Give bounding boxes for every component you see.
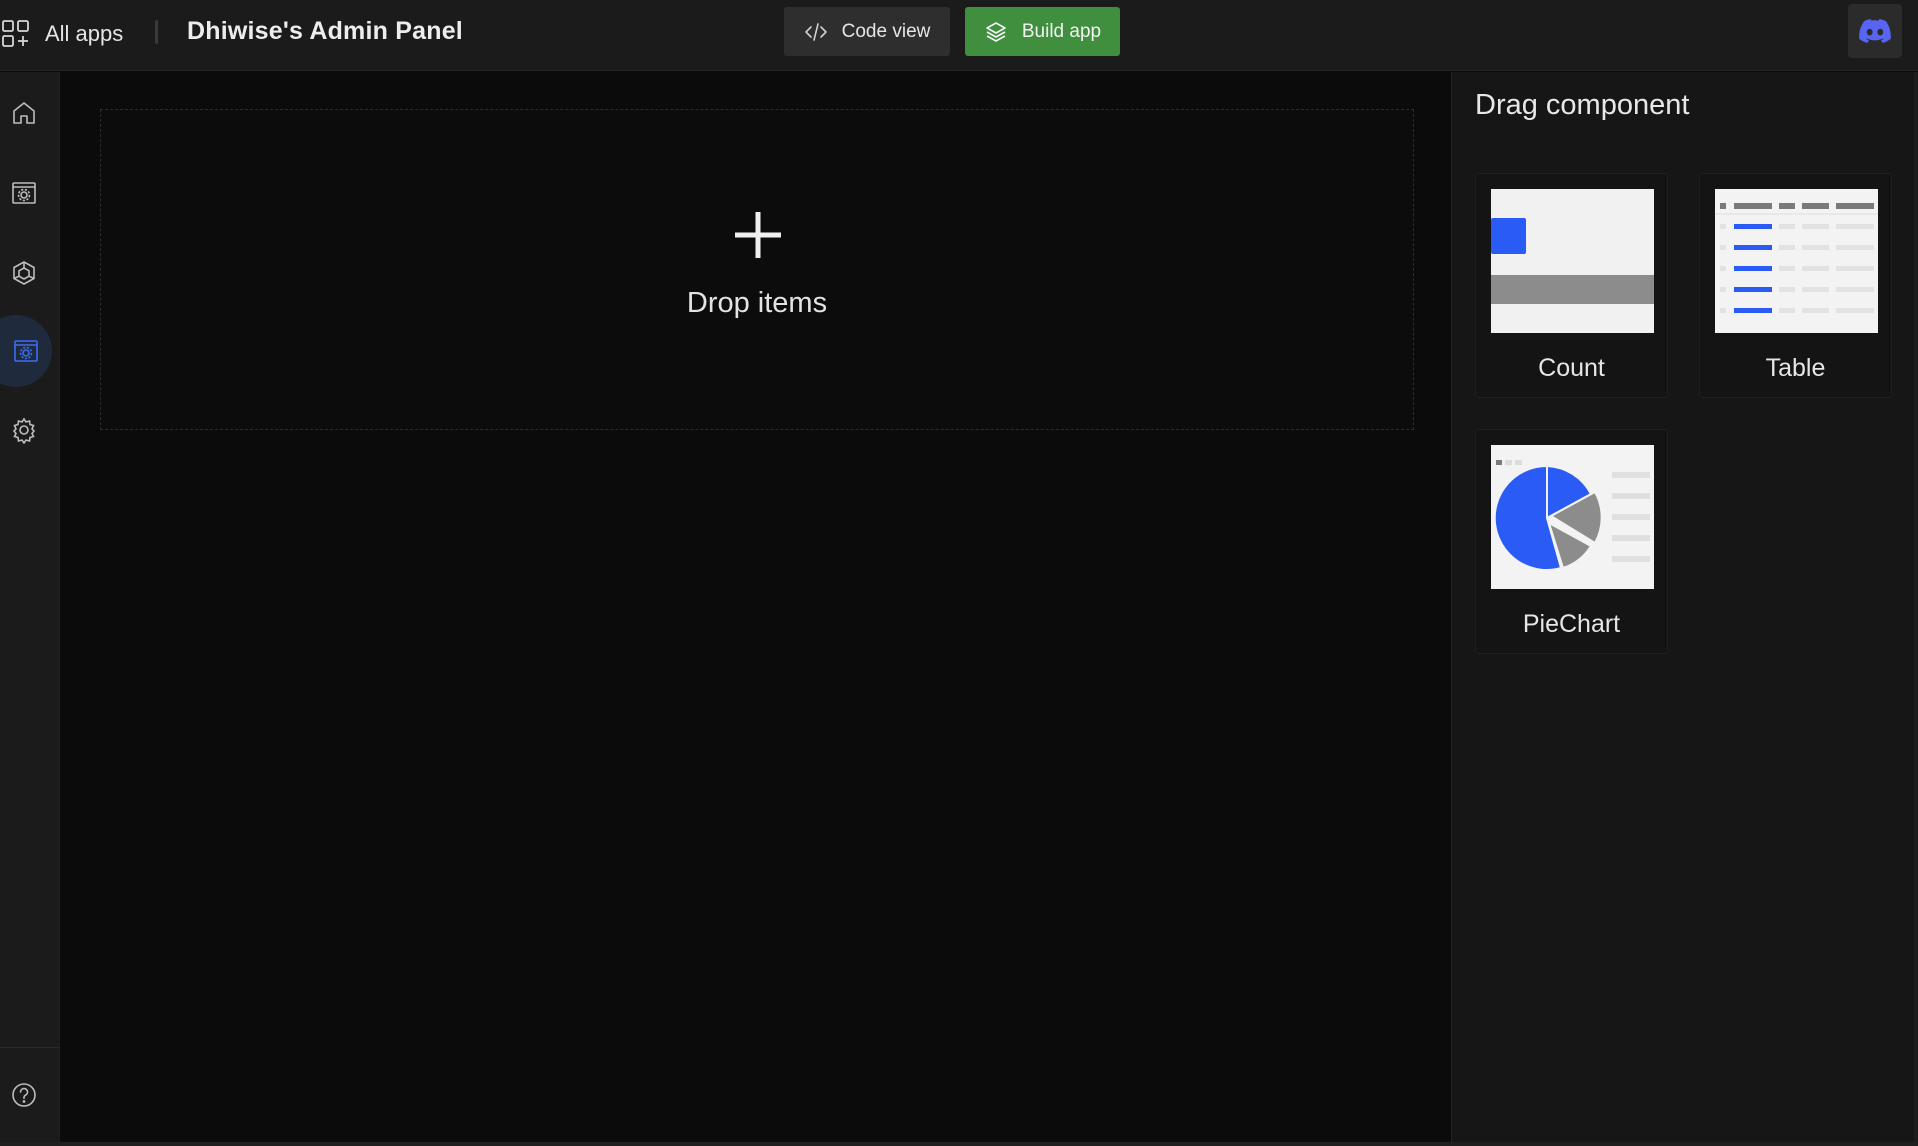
sidebar-item-help[interactable] [0, 1071, 48, 1119]
sidebar-divider [0, 1047, 60, 1048]
sidebar-item-settings[interactable] [0, 406, 48, 454]
header-divider [155, 20, 158, 44]
top-bar: All apps Dhiwise's Admin Panel Code view… [0, 0, 1918, 71]
builder-canvas: Drop items [61, 72, 1450, 1146]
piechart-thumbnail [1491, 445, 1654, 589]
home-icon [13, 102, 35, 124]
left-sidebar [0, 72, 60, 1146]
all-apps-label: All apps [45, 21, 124, 46]
code-view-label: Code view [841, 20, 931, 42]
component-label-count: Count [1538, 354, 1605, 382]
drop-zone[interactable]: Drop items [100, 109, 1414, 430]
window-bottom-edge [0, 1142, 1918, 1146]
window-gear-icon [14, 340, 38, 362]
component-card-piechart[interactable]: PieChart [1475, 429, 1668, 654]
component-panel: Drag component Count Table PieChart [1451, 72, 1918, 1146]
sidebar-item-home[interactable] [0, 89, 48, 137]
component-card-table[interactable]: Table [1699, 173, 1892, 398]
gear-icon [12, 417, 36, 444]
code-icon [804, 22, 827, 41]
build-app-label: Build app [1021, 20, 1102, 42]
help-icon [12, 1083, 36, 1107]
plus-icon [735, 212, 781, 258]
code-view-button[interactable]: Code view [784, 7, 950, 56]
count-thumbnail [1491, 189, 1654, 333]
sidebar-item-models[interactable] [0, 249, 48, 297]
table-thumbnail [1715, 189, 1878, 333]
app-title: Dhiwise's Admin Panel [187, 17, 463, 45]
window-right-edge [1914, 72, 1918, 1146]
component-label-table: Table [1765, 354, 1826, 382]
cube-icon [13, 261, 35, 285]
sidebar-item-dashboard-builder[interactable] [0, 315, 52, 387]
panel-title: Drag component [1475, 89, 1690, 121]
sidebar-item-app-settings[interactable] [0, 169, 48, 217]
all-apps-button[interactable]: All apps [0, 14, 123, 54]
apps-grid-icon [2, 20, 29, 47]
drop-items-label: Drop items [686, 287, 828, 319]
drop-plus-wrapper [101, 110, 1413, 429]
discord-button[interactable] [1848, 4, 1902, 58]
layers-icon [986, 21, 1006, 42]
build-app-button[interactable]: Build app [965, 7, 1120, 56]
window-gear-icon [12, 182, 36, 204]
component-label-piechart: PieChart [1522, 610, 1621, 638]
discord-icon [1859, 19, 1891, 43]
component-card-count[interactable]: Count [1475, 173, 1668, 398]
